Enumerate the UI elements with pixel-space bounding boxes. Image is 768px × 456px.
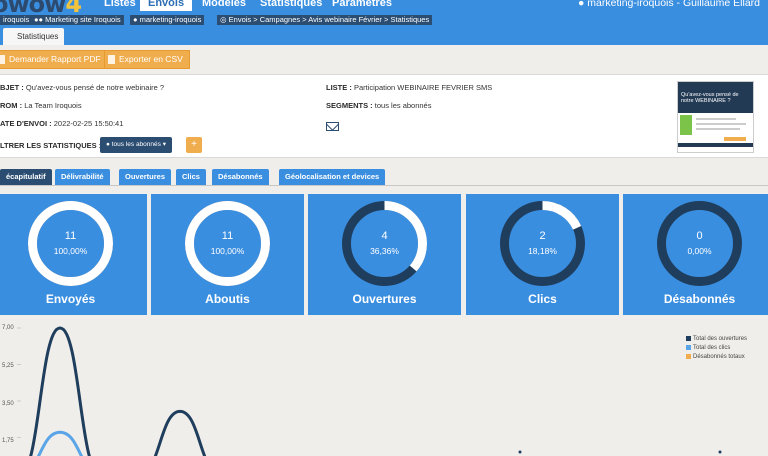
breadcrumb-client[interactable]: iroquois: [0, 15, 33, 25]
user-icon: ●: [133, 15, 140, 24]
user-menu[interactable]: ● marketing-iroquois - Guillaume Ellard: [578, 0, 760, 9]
kpi-value: 0: [696, 230, 703, 242]
kpi-card-aboutis: 11 100,00% Aboutis: [151, 194, 304, 315]
add-filter-button[interactable]: +: [186, 137, 202, 153]
plus-icon: +: [191, 139, 197, 150]
nav-envois[interactable]: Envois: [140, 0, 193, 11]
user-icon: ●: [578, 0, 588, 9]
legend-item-ouvertures[interactable]: Total des ouvertures: [686, 336, 747, 342]
kpi-value: 11: [64, 230, 77, 242]
chart-plot: [17, 326, 722, 456]
pdf-report-button[interactable]: Demander Rapport PDF: [0, 50, 108, 69]
kpi-percent: 0,00%: [687, 246, 712, 256]
pdf-icon: [0, 55, 5, 64]
kpi-label: Envoyés: [45, 292, 96, 306]
breadcrumb-account[interactable]: ● marketing-iroquois: [130, 15, 205, 25]
legend-item-clics[interactable]: Total des clics: [686, 345, 730, 351]
kpi-ring: [185, 201, 270, 286]
subtab-recapitulatif[interactable]: écapitulatif: [0, 169, 52, 185]
globe-icon: ◎: [220, 15, 229, 24]
caret-down-icon: ▾: [162, 141, 166, 148]
kpi-ring: [500, 201, 585, 286]
kpi-percent: 100,00%: [210, 246, 245, 256]
top-navbar: owow4 Listes Envois Modèles Statistiques…: [0, 0, 768, 14]
series-line-total-des-ouvertures: [29, 326, 207, 456]
kpi-label: Aboutis: [205, 292, 250, 306]
breadcrumb: iroquois ●● Marketing site Iroquois ● ma…: [0, 14, 768, 26]
series-line-total-des-clics: [36, 430, 84, 456]
kpi-card-ouvertures: 4 36,36% Ouvertures: [308, 194, 461, 315]
kpi-card-envoyes: 11 100,00% Envoyés: [0, 194, 147, 315]
data-point: [518, 450, 522, 454]
legend-item-desabonnes[interactable]: Désabonnés totaux: [686, 354, 745, 360]
kpi-label: Ouvertures: [352, 292, 417, 306]
export-csv-button[interactable]: Exporter en CSV: [104, 50, 190, 69]
preview-button: [724, 137, 746, 141]
breadcrumb-group[interactable]: ●● Marketing site Iroquois: [31, 15, 124, 25]
subtab-geolocalisation[interactable]: Géolocalisation et devices: [279, 169, 386, 185]
nav-parametres[interactable]: Paramètres: [324, 0, 400, 11]
kpi-label: Désabonnés: [663, 292, 736, 306]
subtab-desabonnes[interactable]: Désabonnés: [212, 169, 269, 185]
csv-icon: [108, 55, 115, 64]
data-point: [718, 450, 722, 454]
kpi-percent: 100,00%: [53, 246, 88, 256]
subtab-delivrabilite[interactable]: Délivrabilité: [55, 169, 110, 185]
preview-title: Qu'avez-vous pensé de notre WEBINAIRE ?: [678, 82, 753, 113]
filter-label: LTRER LES STATISTIQUES :: [0, 141, 102, 150]
stats-line-chart: 7,00 5,25 3,50 1,75 Total des ouvertures…: [0, 320, 768, 456]
nav-listes[interactable]: Listes: [96, 0, 144, 11]
page-tabbar: Statistiques: [0, 26, 768, 45]
nav-statistiques[interactable]: Statistiques: [252, 0, 330, 11]
kpi-card-desabonnes: 0 0,00% Désabonnés: [623, 194, 768, 315]
tab-statistiques[interactable]: Statistiques: [3, 28, 65, 45]
subtab-clics[interactable]: Clics: [176, 169, 206, 185]
app-logo[interactable]: owow4: [0, 0, 82, 14]
nav-modeles[interactable]: Modèles: [194, 0, 254, 11]
kpi-value: 4: [381, 230, 388, 242]
kpi-percent: 36,36%: [370, 246, 399, 256]
list-row: LISTE : Participation WEBINAIRE FEVRIER …: [326, 83, 493, 92]
kpi-label: Clics: [528, 292, 557, 306]
segments-row: SEGMENTS : tous les abonnés: [326, 101, 432, 110]
subtab-ouvertures[interactable]: Ouvertures: [119, 169, 172, 185]
filter-dropdown[interactable]: ● tous les abonnés ▾: [100, 137, 172, 153]
send-date-row: ATE D'ENVOI : 2022-02-25 15:50:41: [0, 119, 124, 128]
email-preview-thumbnail[interactable]: Qu'avez-vous pensé de notre WEBINAIRE ?: [677, 81, 754, 153]
subject-row: BJET : Qu'avez-vous pensé de notre webin…: [0, 83, 165, 92]
kpi-ring: [342, 201, 427, 286]
kpi-card-clics: 2 18,18% Clics: [466, 194, 619, 315]
preview-image: [680, 115, 692, 135]
breadcrumb-path[interactable]: ◎ Envois > Campagnes > Avis webinaire Fé…: [217, 15, 433, 25]
kpi-ring: [657, 201, 742, 286]
envelope-icon[interactable]: [326, 122, 339, 131]
campaign-info-panel: BJET : Qu'avez-vous pensé de notre webin…: [0, 74, 768, 158]
kpi-ring: [28, 201, 113, 286]
from-row: ROM : La Team Iroquois: [0, 101, 82, 110]
kpi-value: 11: [221, 230, 234, 242]
kpi-percent: 18,18%: [528, 246, 557, 256]
kpi-value: 2: [539, 230, 546, 242]
group-icon: ●●: [34, 15, 46, 24]
